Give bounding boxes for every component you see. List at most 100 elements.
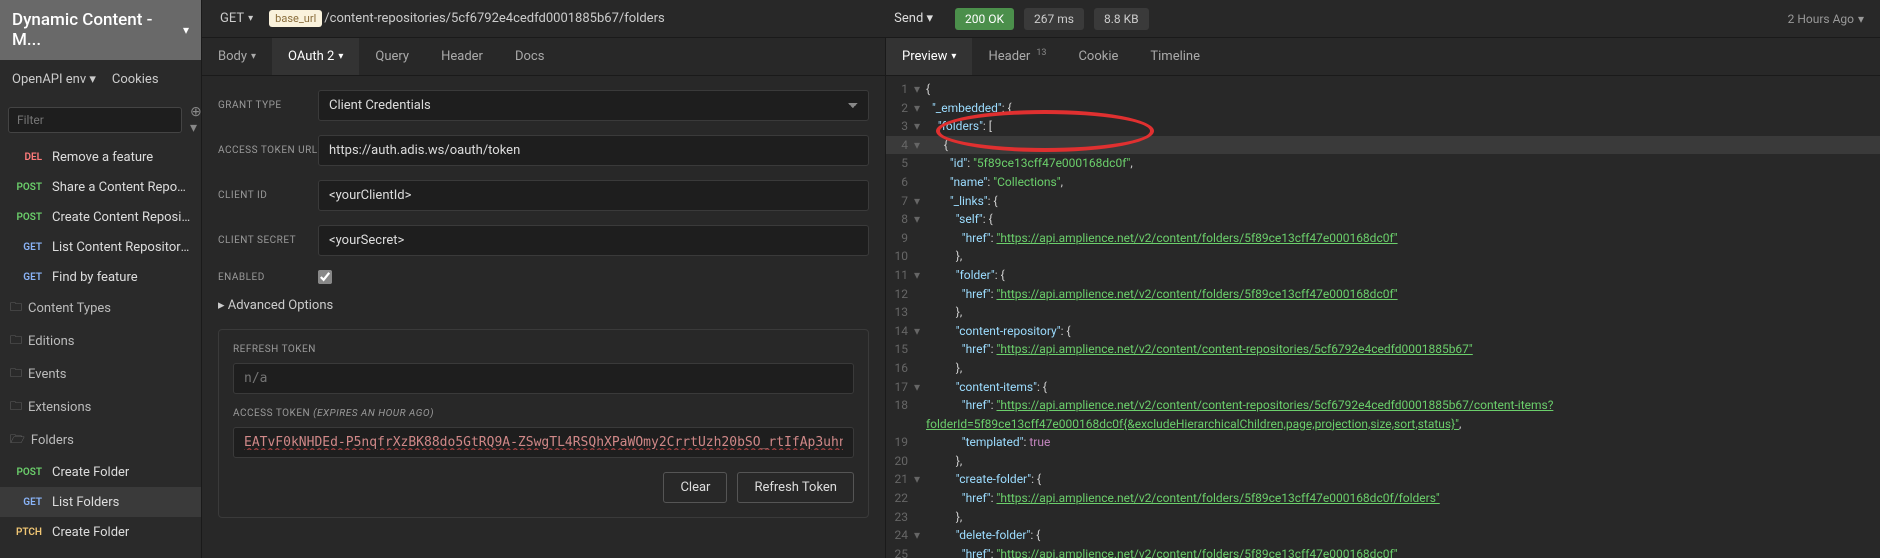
sidebar-list: DEL Remove a feature POST Share a Content R… (0, 142, 201, 558)
category-label: Folders (31, 433, 74, 448)
sidebar-category-folders[interactable]: 🗁 Folders (0, 424, 201, 457)
client-secret-input[interactable] (318, 225, 869, 256)
sidebar: Dynamic Content - M...▾ OpenAPI env ▾ Co… (0, 0, 202, 558)
method-selector[interactable]: GET ▾ (212, 7, 261, 30)
json-line: 11▾ "folder": { (886, 266, 1880, 285)
json-line: 6 "name": "Collections", (886, 173, 1880, 192)
sidebar-request[interactable]: POST Share a Content Repository (0, 172, 201, 202)
tab-preview[interactable]: Preview ▾ (886, 38, 972, 75)
refresh-token-button[interactable]: Refresh Token (737, 472, 854, 503)
oauth-form: GRANT TYPE Client Credentials ACCESS TOK… (202, 76, 885, 558)
method-badge: GET (10, 272, 42, 283)
request-label: List Folders (52, 495, 119, 510)
request-label: Create Content Repository (52, 210, 191, 225)
access-token-label: ACCESS TOKEN (EXPIRES AN HOUR AGO) (233, 408, 854, 419)
folder-icon: 🗀 (10, 298, 22, 319)
method-badge: PTCH (10, 527, 42, 538)
request-label: Create Folder (52, 465, 129, 480)
tab-header[interactable]: Header13 (972, 38, 1062, 75)
grant-type-label: GRANT TYPE (218, 100, 318, 111)
client-id-input[interactable] (318, 180, 869, 211)
sidebar-category[interactable]: 🗀Editions (0, 325, 201, 358)
advanced-options[interactable]: ▸ Advanced Options (218, 298, 869, 313)
json-line: 21▾ "create-folder": { (886, 470, 1880, 489)
json-line: 16 }, (886, 359, 1880, 378)
json-line: 15 "href": "https://api.amplience.net/v2… (886, 340, 1880, 359)
request-label: Share a Content Repository (52, 180, 191, 195)
method-badge: POST (10, 182, 42, 193)
cookies-link[interactable]: Cookies (112, 72, 159, 87)
topbar: GET ▾ base_url /content-repositories/5cf… (202, 0, 1880, 38)
json-line: 5 "id": "5f89ce13cff47e000168dc0f", (886, 154, 1880, 173)
tab-oauth-2[interactable]: OAuth 2 ▾ (272, 38, 359, 75)
json-line: 23 }, (886, 508, 1880, 527)
json-line: 14▾ "content-repository": { (886, 322, 1880, 341)
chevron-down-icon: ▾ (183, 23, 189, 37)
add-icon[interactable]: ⊕ ▾ (190, 104, 202, 136)
method-badge: POST (10, 467, 42, 478)
size-badge: 8.8 KB (1094, 8, 1149, 30)
refresh-token-input[interactable] (233, 363, 854, 394)
sidebar-request[interactable]: POSTCreate Content Repository (0, 202, 201, 232)
client-id-label: CLIENT ID (218, 190, 318, 201)
sidebar-request[interactable]: POST Create Folder (0, 457, 201, 487)
sidebar-request[interactable]: GET Find by feature (0, 262, 201, 292)
sidebar-request[interactable]: DEL Remove a feature (0, 142, 201, 172)
json-line: 13 }, (886, 303, 1880, 322)
request-label: Find by feature (52, 270, 138, 285)
json-line: 12 "href": "https://api.amplience.net/v2… (886, 285, 1880, 304)
enabled-checkbox[interactable] (318, 270, 332, 284)
tab-timeline[interactable]: Timeline (1134, 38, 1216, 75)
json-preview[interactable]: 1▾{2▾ "_embedded": {3▾ "folders": [4▾ {5… (886, 76, 1880, 558)
grant-type-select[interactable]: Client Credentials (318, 90, 869, 121)
time-badge: 267 ms (1024, 8, 1084, 30)
json-line: 20 }, (886, 452, 1880, 471)
tab-body[interactable]: Body ▾ (202, 38, 272, 75)
json-line: 1▾{ (886, 80, 1880, 99)
env-selector[interactable]: OpenAPI env ▾ (12, 72, 96, 87)
tab-docs[interactable]: Docs (499, 38, 560, 75)
token-url-input[interactable] (318, 135, 869, 166)
time-ago[interactable]: 2 Hours Ago ▾ (1788, 12, 1864, 26)
category-label: Editions (28, 334, 74, 349)
filter-input[interactable] (8, 107, 182, 133)
sidebar-category[interactable]: 🗀Extensions (0, 391, 201, 424)
json-line: 7▾ "_links": { (886, 192, 1880, 211)
enabled-label: ENABLED (218, 272, 318, 283)
json-line: 2▾ "_embedded": { (886, 99, 1880, 118)
chevron-down-icon: ▾ (248, 13, 253, 24)
workspace-selector[interactable]: Dynamic Content - M...▾ (0, 0, 201, 60)
sidebar-category[interactable]: 🗀 Content Types (0, 292, 201, 325)
request-label: List Content Repositories (52, 240, 191, 255)
access-token-input[interactable] (233, 427, 854, 458)
status-badge: 200 OK (955, 8, 1014, 30)
request-label: Remove a feature (52, 150, 153, 165)
token-url-label: ACCESS TOKEN URL (218, 145, 318, 156)
json-line: 4▾ { (886, 136, 1880, 155)
url-bar[interactable]: base_url /content-repositories/5cf6792e4… (269, 10, 872, 27)
sidebar-category[interactable]: 🗀 Events (0, 358, 201, 391)
json-line: 17▾ "content-items": { (886, 378, 1880, 397)
sidebar-request[interactable]: PTCH Create Folder (0, 517, 201, 547)
sidebar-request[interactable]: GETList Content Repositories (0, 232, 201, 262)
url-path: /content-repositories/5cf6792e4cedfd0001… (324, 11, 664, 26)
request-label: Create Folder (52, 525, 129, 540)
tab-cookie[interactable]: Cookie (1062, 38, 1134, 75)
category-label: Events (28, 367, 66, 382)
sidebar-request[interactable]: GETList Folders (0, 487, 201, 517)
response-tabs: Preview ▾Header13CookieTimeline (886, 38, 1880, 76)
method-badge: DEL (10, 152, 42, 163)
clear-button[interactable]: Clear (663, 472, 727, 503)
client-secret-label: CLIENT SECRET (218, 235, 318, 246)
base-url-tag: base_url (269, 10, 322, 27)
json-line: 25 "href": "https://api.amplience.net/v2… (886, 545, 1880, 558)
folder-icon: 🗀 (10, 364, 22, 385)
send-button[interactable]: Send ▾ (880, 5, 947, 32)
tab-header[interactable]: Header (425, 38, 499, 75)
request-tabs: Body ▾OAuth 2 ▾QueryHeaderDocs (202, 38, 885, 76)
folder-open-icon: 🗁 (10, 430, 25, 451)
json-line: 19 "templated": true (886, 433, 1880, 452)
json-line: 22 "href": "https://api.amplience.net/v2… (886, 489, 1880, 508)
category-label: Content Types (28, 301, 111, 316)
tab-query[interactable]: Query (359, 38, 425, 75)
